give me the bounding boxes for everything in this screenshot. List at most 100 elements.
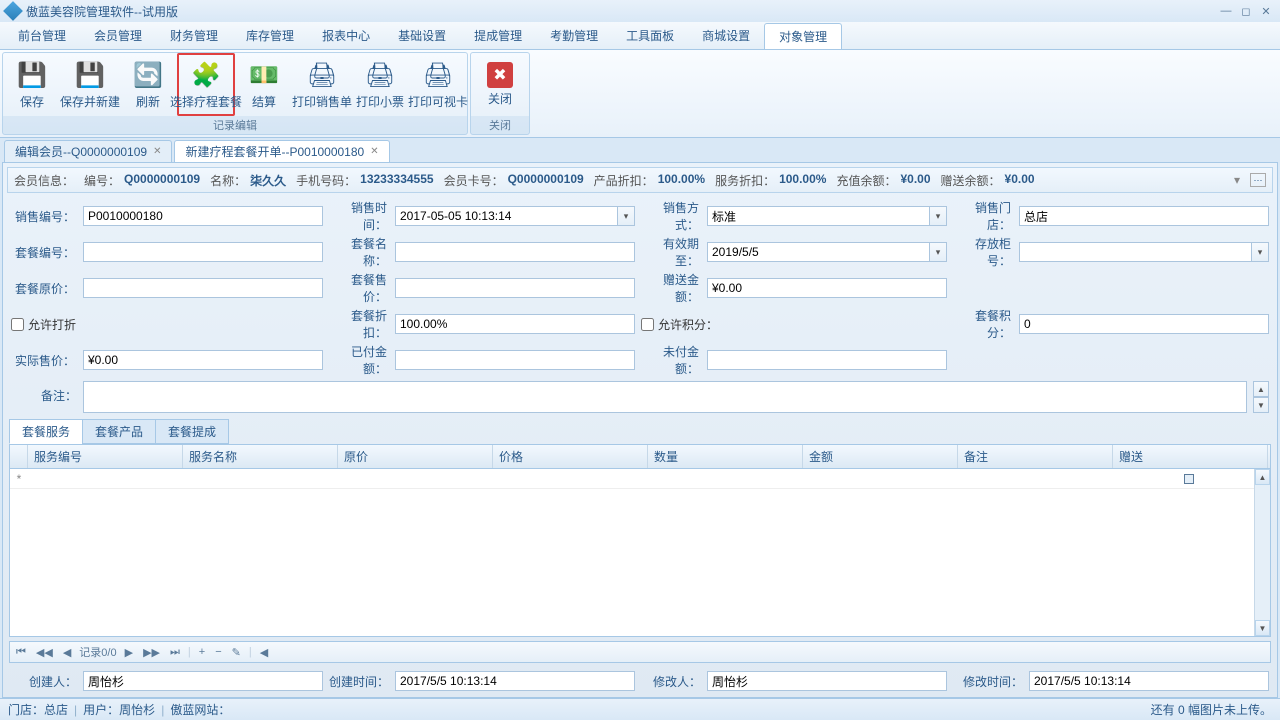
first-record-button[interactable]: ⏮ [14, 646, 28, 659]
grid-header-7[interactable]: 赠送 [1113, 445, 1268, 468]
print-card-icon: 🖨 [422, 59, 454, 91]
menu-8[interactable]: 工具面板 [612, 23, 688, 48]
menu-9[interactable]: 商城设置 [688, 23, 764, 48]
prev-page-button[interactable]: ◀◀ [34, 646, 55, 659]
next-page-button[interactable]: ▶▶ [141, 646, 162, 659]
menu-0[interactable]: 前台管理 [4, 23, 80, 48]
settle-icon: 💵 [248, 59, 280, 91]
doc-tab-0[interactable]: 编辑会员--Q0000000109✕ [4, 140, 172, 162]
dropdown-icon[interactable]: ▾ [929, 242, 947, 262]
refresh-button[interactable]: 🔄刷新 [119, 53, 177, 116]
grid-header-4[interactable]: 数量 [648, 445, 803, 468]
close-button[interactable]: ✖关闭 [471, 53, 529, 116]
menu-7[interactable]: 考勤管理 [536, 23, 612, 48]
next-record-button[interactable]: ▶ [123, 646, 135, 659]
settle-button[interactable]: 💵结算 [235, 53, 293, 116]
menubar: 前台管理会员管理财务管理库存管理报表中心基础设置提成管理考勤管理工具面板商城设置… [0, 22, 1280, 50]
menu-4[interactable]: 报表中心 [308, 23, 384, 48]
close-tab-icon[interactable]: ✕ [370, 146, 378, 157]
select-package-icon: 🧩 [190, 59, 222, 91]
actual-price-input[interactable] [83, 350, 323, 370]
menu-5[interactable]: 基础设置 [384, 23, 460, 48]
close-tab-icon[interactable]: ✕ [153, 146, 161, 157]
ribbon-group-title: 记录编辑 [3, 116, 467, 134]
prev-record-button[interactable]: ◀ [61, 646, 73, 659]
ribbon-group-title: 关闭 [471, 116, 529, 134]
close-icon: ✖ [487, 62, 513, 88]
grid-header-2[interactable]: 原价 [338, 445, 493, 468]
sale-no-input[interactable] [83, 206, 323, 226]
spin-up-icon[interactable]: ▲ [1253, 381, 1269, 397]
data-grid: 服务编号服务名称原价价格数量金额备注赠送 * ▲ ▼ [9, 444, 1271, 637]
record-navigator: ⏮ ◀◀ ◀ 记录0/0 ▶ ▶▶ ⏭ | + − ✎ | ◀ [9, 641, 1271, 663]
sale-store-input[interactable] [1019, 206, 1269, 226]
pkg-no-input[interactable] [83, 242, 323, 262]
menu-1[interactable]: 会员管理 [80, 23, 156, 48]
vertical-scrollbar[interactable]: ▲ ▼ [1254, 469, 1270, 636]
grid-header-0[interactable]: 服务编号 [28, 445, 183, 468]
menu-3[interactable]: 库存管理 [232, 23, 308, 48]
refresh-icon: 🔄 [132, 59, 164, 91]
print-receipt-icon: 🖨 [364, 59, 396, 91]
gift-amount-input[interactable] [707, 278, 947, 298]
select-package-button[interactable]: 🧩选择疗程套餐 [177, 53, 235, 116]
sub-tab-1[interactable]: 套餐产品 [82, 419, 156, 444]
footer-form: 创建人： 创建时间： 修改人： 修改时间： [3, 667, 1277, 697]
dropdown-icon[interactable]: ▾ [929, 206, 947, 226]
menu-6[interactable]: 提成管理 [460, 23, 536, 48]
scroll-down-icon[interactable]: ▼ [1255, 620, 1270, 636]
sell-price-input[interactable] [395, 278, 635, 298]
delete-record-button[interactable]: − [213, 646, 223, 658]
pkg-discount-input[interactable] [395, 314, 635, 334]
unpaid-amount-input[interactable] [707, 350, 947, 370]
edit-record-button[interactable]: ✎ [230, 646, 243, 659]
grid-header-6[interactable]: 备注 [958, 445, 1113, 468]
orig-price-input[interactable] [83, 278, 323, 298]
allow-points-checkbox[interactable] [641, 318, 654, 331]
add-record-button[interactable]: + [197, 646, 207, 658]
dropdown-icon[interactable]: ▾ [617, 206, 635, 226]
nav-left-button[interactable]: ◀ [258, 646, 270, 659]
site-link[interactable]: 傲蓝网站： [170, 701, 230, 718]
statusbar: 门店：总店 | 用户：周怡杉 | 傲蓝网站： 还有 0 幅图片未上传。 [0, 698, 1280, 720]
pkg-name-input[interactable] [395, 242, 635, 262]
menu-2[interactable]: 财务管理 [156, 23, 232, 48]
upload-status: 还有 0 幅图片未上传。 [1151, 701, 1272, 718]
form-area: 销售编号： 销售时间： ▾ 销售方式： ▾ 销售门店： 套餐编号： 套餐名称： … [3, 197, 1277, 379]
sale-mode-input[interactable] [707, 206, 929, 226]
grid-header-5[interactable]: 金额 [803, 445, 958, 468]
save-new-button[interactable]: 💾保存并新建 [61, 53, 119, 116]
valid-until-input[interactable] [707, 242, 929, 262]
print-receipt-button[interactable]: 🖨打印小票 [351, 53, 409, 116]
grid-header-3[interactable]: 价格 [493, 445, 648, 468]
menu-10[interactable]: 对象管理 [764, 23, 842, 49]
new-row[interactable]: * [10, 469, 1270, 489]
remark-textarea[interactable] [83, 381, 1247, 413]
minimize-button[interactable]: — [1218, 4, 1234, 18]
close-window-button[interactable]: ✕ [1258, 4, 1274, 18]
scroll-up-icon[interactable]: ▲ [1255, 469, 1270, 485]
cabinet-input[interactable] [1019, 242, 1251, 262]
grid-header-1[interactable]: 服务名称 [183, 445, 338, 468]
print-card-button[interactable]: 🖨打印可视卡 [409, 53, 467, 116]
last-record-button[interactable]: ⏭ [168, 646, 182, 659]
sub-tab-0[interactable]: 套餐服务 [9, 419, 83, 444]
dropdown-icon[interactable]: ▾ [1251, 242, 1269, 262]
new-row-indicator-icon: * [10, 472, 28, 486]
doc-tab-1[interactable]: 新建疗程套餐开单--P0010000180✕ [174, 140, 389, 162]
member-expand-button[interactable]: ⋯ [1250, 173, 1266, 187]
allow-discount-checkbox[interactable] [11, 318, 24, 331]
pkg-points-input[interactable] [1019, 314, 1269, 334]
print-sales-button[interactable]: 🖨打印销售单 [293, 53, 351, 116]
spin-down-icon[interactable]: ▼ [1253, 397, 1269, 413]
paid-amount-input[interactable] [395, 350, 635, 370]
maximize-button[interactable]: ◻ [1238, 4, 1254, 18]
save-icon: 💾 [16, 59, 48, 91]
sale-time-input[interactable] [395, 206, 617, 226]
save-button[interactable]: 💾保存 [3, 53, 61, 116]
app-logo-icon [3, 1, 23, 21]
member-info-bar: 会员信息： 编号：Q0000000109 名称：柒久久 手机号码：1323333… [7, 167, 1273, 193]
sub-tab-2[interactable]: 套餐提成 [155, 419, 229, 444]
member-dropdown-icon[interactable]: ▾ [1234, 173, 1240, 187]
gift-checkbox[interactable] [1184, 474, 1194, 484]
